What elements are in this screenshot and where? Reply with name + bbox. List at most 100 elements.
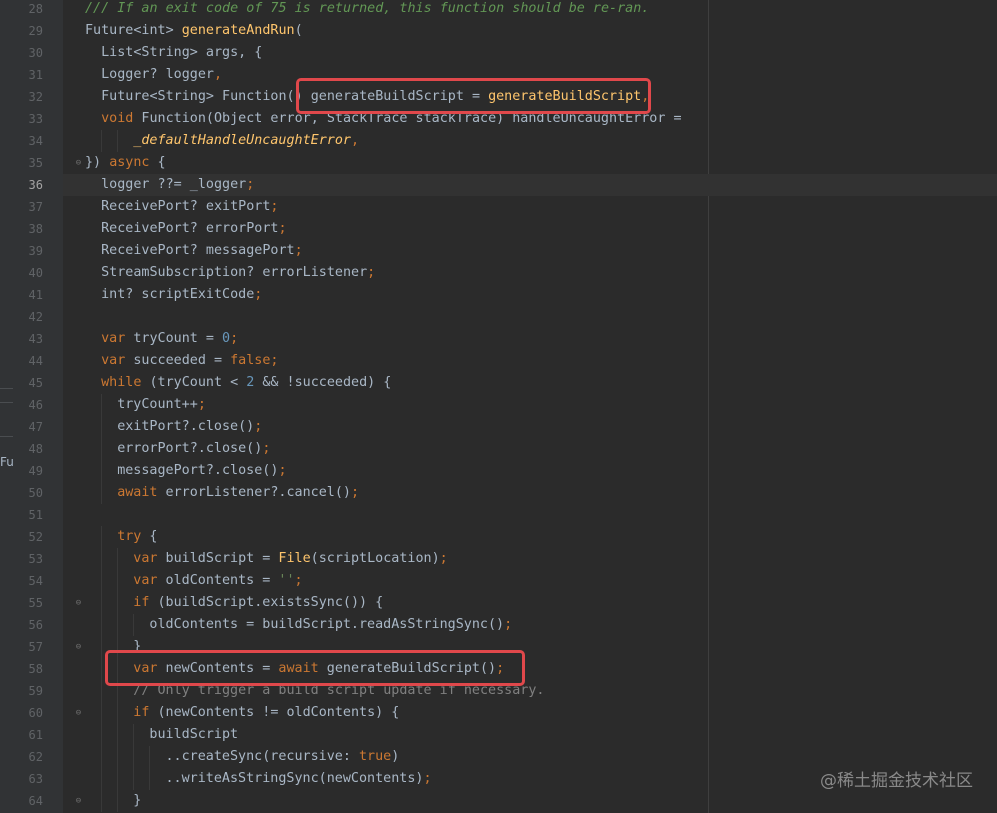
code-token: ; xyxy=(294,243,303,258)
line-number[interactable]: 45 xyxy=(3,372,43,394)
line-number[interactable]: 54 xyxy=(3,570,43,592)
code-line[interactable]: while (tryCount < 2 && !succeeded) { xyxy=(101,372,391,394)
code-token: List<String> args, { xyxy=(101,45,263,60)
annotation-highlight-box xyxy=(296,78,651,114)
code-line[interactable]: var succeeded = false; xyxy=(101,350,278,372)
code-line[interactable]: oldContents = buildScript.readAsStringSy… xyxy=(149,614,512,636)
line-number[interactable]: 38 xyxy=(3,218,43,240)
code-token: (scriptLocation) xyxy=(310,551,440,566)
line-number[interactable]: 28 xyxy=(3,0,43,20)
indent-guide xyxy=(133,614,135,636)
code-token: if xyxy=(133,595,150,610)
code-token: ReceivePort? messagePort xyxy=(101,243,295,258)
line-number[interactable]: 63 xyxy=(3,768,43,790)
code-line[interactable]: } xyxy=(133,790,141,812)
code-line[interactable]: exitPort?.close(); xyxy=(117,416,262,438)
code-token: { xyxy=(149,155,166,170)
code-line[interactable]: }) async { xyxy=(85,152,166,174)
code-line[interactable]: StreamSubscription? errorListener; xyxy=(101,262,375,284)
code-line[interactable]: List<String> args, { xyxy=(101,42,262,64)
line-number[interactable]: 49 xyxy=(3,460,43,482)
code-line[interactable]: await errorListener?.cancel(); xyxy=(117,482,359,504)
fold-toggle-icon[interactable]: ⊖ xyxy=(74,158,83,168)
line-number[interactable]: 31 xyxy=(3,64,43,86)
code-token: ; xyxy=(423,771,432,786)
line-number[interactable]: 62 xyxy=(3,746,43,768)
line-number[interactable]: 43 xyxy=(3,328,43,350)
code-token: void xyxy=(101,111,134,126)
code-token: while xyxy=(101,375,142,390)
indent-guide xyxy=(101,130,103,152)
line-number[interactable]: 61 xyxy=(3,724,43,746)
code-token: , xyxy=(350,133,360,148)
line-number[interactable]: 56 xyxy=(3,614,43,636)
code-line[interactable]: var tryCount = 0; xyxy=(101,328,238,350)
code-line[interactable]: ReceivePort? messagePort; xyxy=(101,240,303,262)
code-line[interactable]: errorPort?.close(); xyxy=(117,438,270,460)
code-token: ; xyxy=(439,551,448,566)
line-number[interactable]: 55 xyxy=(3,592,43,614)
watermark: @稀土掘金技术社区 xyxy=(820,771,973,791)
line-number[interactable]: 59 xyxy=(3,680,43,702)
fold-toggle-icon[interactable]: ⊖ xyxy=(74,796,83,806)
code-line[interactable]: Future<int> generateAndRun( xyxy=(85,20,303,42)
fold-toggle-icon[interactable]: ⊖ xyxy=(74,708,83,718)
line-number[interactable]: 40 xyxy=(3,262,43,284)
code-token: await xyxy=(117,485,158,500)
line-number[interactable]: 51 xyxy=(3,504,43,526)
code-line[interactable]: if (newContents != oldContents) { xyxy=(133,702,399,724)
code-line[interactable]: var oldContents = ''; xyxy=(133,570,302,592)
code-line[interactable]: if (buildScript.existsSync()) { xyxy=(133,592,383,614)
line-number[interactable]: 52 xyxy=(3,526,43,548)
code-line[interactable]: ReceivePort? errorPort; xyxy=(101,218,286,240)
code-token: errorListener?.cancel() xyxy=(157,485,351,500)
line-number[interactable]: 37 xyxy=(3,196,43,218)
line-number[interactable]: 29 xyxy=(3,20,43,42)
line-number[interactable]: 64 xyxy=(3,790,43,812)
line-number[interactable]: 32 xyxy=(3,86,43,108)
line-number[interactable]: 50 xyxy=(3,482,43,504)
line-number[interactable]: 46 xyxy=(3,394,43,416)
fold-toggle-icon[interactable]: ⊖ xyxy=(74,642,83,652)
line-number[interactable]: 47 xyxy=(3,416,43,438)
code-line[interactable]: ..createSync(recursive: true) xyxy=(166,746,400,768)
line-number[interactable]: 35 xyxy=(3,152,43,174)
code-line[interactable]: tryCount++; xyxy=(117,394,206,416)
code-token: ; xyxy=(270,199,279,214)
code-token: ; xyxy=(504,617,513,632)
line-number[interactable]: 30 xyxy=(3,42,43,64)
code-token: } xyxy=(133,793,142,808)
code-line[interactable]: buildScript xyxy=(149,724,238,746)
line-number[interactable]: 39 xyxy=(3,240,43,262)
code-token: ) xyxy=(391,749,400,764)
code-line[interactable]: /// If an exit code of 75 is returned, t… xyxy=(85,0,649,20)
code-token: StreamSubscription? errorListener xyxy=(101,265,368,280)
line-number[interactable]: 58 xyxy=(3,658,43,680)
line-number[interactable]: 41 xyxy=(3,284,43,306)
code-line[interactable]: Logger? logger, xyxy=(101,64,222,86)
code-line[interactable]: messagePort?.close(); xyxy=(117,460,286,482)
code-editor[interactable]: /// If an exit code of 75 is returned, t… xyxy=(63,0,997,813)
line-number[interactable]: 36 xyxy=(3,174,43,196)
code-line[interactable]: int? scriptExitCode; xyxy=(101,284,262,306)
line-number[interactable]: 53 xyxy=(3,548,43,570)
code-line[interactable]: ..writeAsStringSync(newContents); xyxy=(166,768,432,790)
code-line[interactable]: _defaultHandleUncaughtError, xyxy=(133,130,359,152)
fold-toggle-icon[interactable]: ⊖ xyxy=(74,598,83,608)
line-number[interactable]: 60 xyxy=(3,702,43,724)
code-line[interactable]: var buildScript = File(scriptLocation); xyxy=(133,548,447,570)
code-token: ; xyxy=(230,331,239,346)
code-token: int? scriptExitCode xyxy=(101,287,255,302)
code-token: ..writeAsStringSync(newContents) xyxy=(165,771,424,786)
line-number[interactable]: 48 xyxy=(3,438,43,460)
code-token: ..createSync(recursive: xyxy=(165,749,359,764)
code-line[interactable]: try { xyxy=(117,526,157,548)
line-number[interactable]: 33 xyxy=(3,108,43,130)
line-number[interactable]: 34 xyxy=(3,130,43,152)
code-line[interactable]: ReceivePort? exitPort; xyxy=(101,196,278,218)
code-line[interactable]: logger ??= _logger; xyxy=(101,174,254,196)
line-number[interactable]: 42 xyxy=(3,306,43,328)
line-number[interactable]: 57 xyxy=(3,636,43,658)
line-number[interactable]: 44 xyxy=(3,350,43,372)
code-token: ; xyxy=(350,485,360,500)
